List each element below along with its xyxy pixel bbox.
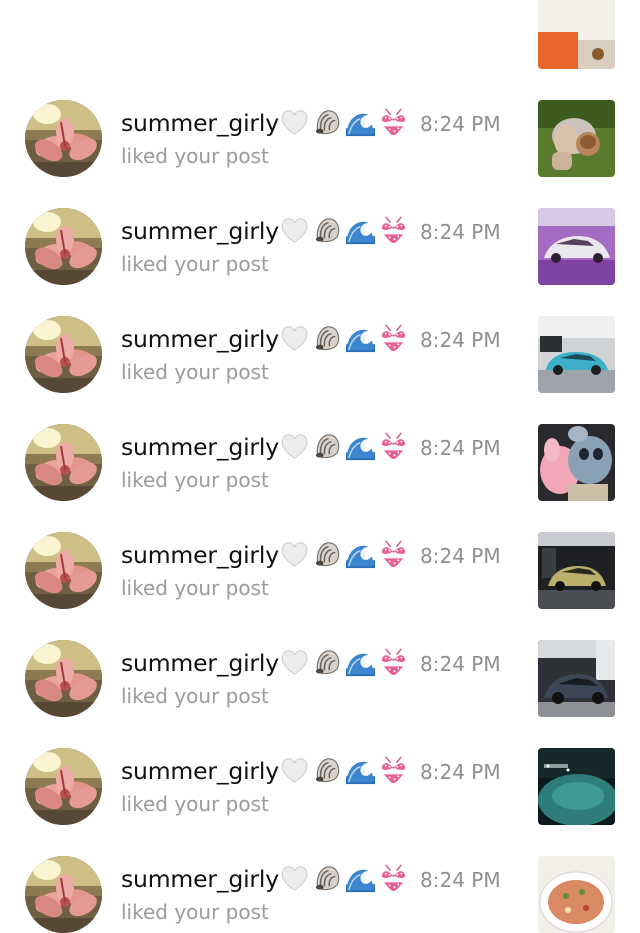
post-thumbnail[interactable] [538, 0, 615, 69]
notification-row[interactable]: summer_girly 8:24 PM liked your post [0, 602, 640, 717]
timestamp: 8:24 PM [420, 544, 501, 568]
water-wave-icon [345, 755, 376, 786]
timestamp: 8:24 PM [420, 652, 501, 676]
spiral-shell-icon [312, 323, 343, 354]
avatar[interactable] [25, 424, 102, 501]
notification-row[interactable] [0, 0, 640, 62]
water-wave-icon [345, 647, 376, 678]
timestamp: 8:24 PM [420, 112, 501, 136]
spiral-shell-icon [312, 107, 343, 138]
timestamp: 8:24 PM [420, 328, 501, 352]
action-text: liked your post [121, 792, 269, 816]
water-wave-icon [345, 215, 376, 246]
notification-row[interactable]: summer_girly 8:24 PM liked your post [0, 62, 640, 177]
bikini-icon [378, 107, 409, 138]
bikini-icon [378, 215, 409, 246]
notification-row[interactable]: summer_girly 8:24 PM liked your post [0, 818, 640, 933]
bikini-icon [378, 755, 409, 786]
notifications-list: summer_girly 8:24 PM liked your post summer… [0, 0, 640, 933]
avatar[interactable] [25, 532, 102, 609]
notification-row[interactable]: summer_girly 8:24 PM liked your post [0, 494, 640, 609]
white-heart-icon [279, 647, 310, 678]
bikini-icon [378, 431, 409, 462]
water-wave-icon [345, 323, 376, 354]
white-heart-icon [279, 431, 310, 462]
white-heart-icon [279, 755, 310, 786]
spiral-shell-icon [312, 539, 343, 570]
white-heart-icon [279, 215, 310, 246]
username-emojis [279, 539, 409, 570]
avatar[interactable] [25, 856, 102, 933]
timestamp: 8:24 PM [420, 868, 501, 892]
action-text: liked your post [121, 468, 269, 492]
white-heart-icon [279, 539, 310, 570]
avatar[interactable] [25, 100, 102, 177]
bikini-icon [378, 323, 409, 354]
post-thumbnail[interactable] [538, 100, 615, 177]
username[interactable]: summer_girly [121, 649, 279, 677]
username[interactable]: summer_girly [121, 541, 279, 569]
post-thumbnail[interactable] [538, 856, 615, 933]
bikini-icon [378, 863, 409, 894]
water-wave-icon [345, 431, 376, 462]
username-emojis [279, 107, 409, 138]
avatar[interactable] [25, 316, 102, 393]
post-thumbnail[interactable] [538, 748, 615, 825]
notification-row[interactable]: summer_girly 8:24 PM liked your post [0, 386, 640, 501]
bikini-icon [378, 647, 409, 678]
action-text: liked your post [121, 360, 269, 384]
avatar[interactable] [25, 208, 102, 285]
timestamp: 8:24 PM [420, 760, 501, 784]
water-wave-icon [345, 539, 376, 570]
spiral-shell-icon [312, 863, 343, 894]
username[interactable]: summer_girly [121, 433, 279, 461]
username[interactable]: summer_girly [121, 109, 279, 137]
username-emojis [279, 647, 409, 678]
username[interactable]: summer_girly [121, 757, 279, 785]
username[interactable]: summer_girly [121, 865, 279, 893]
avatar[interactable] [25, 640, 102, 717]
spiral-shell-icon [312, 215, 343, 246]
bikini-icon [378, 539, 409, 570]
white-heart-icon [279, 323, 310, 354]
white-heart-icon [279, 863, 310, 894]
username-emojis [279, 863, 409, 894]
username[interactable]: summer_girly [121, 217, 279, 245]
water-wave-icon [345, 107, 376, 138]
action-text: liked your post [121, 576, 269, 600]
avatar[interactable] [25, 748, 102, 825]
post-thumbnail[interactable] [538, 208, 615, 285]
action-text: liked your post [121, 252, 269, 276]
post-thumbnail[interactable] [538, 424, 615, 501]
notification-row[interactable]: summer_girly 8:24 PM liked your post [0, 170, 640, 285]
action-text: liked your post [121, 144, 269, 168]
spiral-shell-icon [312, 431, 343, 462]
notification-row[interactable]: summer_girly 8:24 PM liked your post [0, 710, 640, 825]
username-emojis [279, 431, 409, 462]
notification-row[interactable]: summer_girly 8:24 PM liked your post [0, 278, 640, 393]
spiral-shell-icon [312, 755, 343, 786]
timestamp: 8:24 PM [420, 220, 501, 244]
spiral-shell-icon [312, 647, 343, 678]
username-emojis [279, 215, 409, 246]
action-text: liked your post [121, 900, 269, 924]
post-thumbnail[interactable] [538, 316, 615, 393]
water-wave-icon [345, 863, 376, 894]
white-heart-icon [279, 107, 310, 138]
username-emojis [279, 755, 409, 786]
timestamp: 8:24 PM [420, 436, 501, 460]
username-emojis [279, 323, 409, 354]
username[interactable]: summer_girly [121, 325, 279, 353]
action-text: liked your post [121, 684, 269, 708]
post-thumbnail[interactable] [538, 640, 615, 717]
post-thumbnail[interactable] [538, 532, 615, 609]
